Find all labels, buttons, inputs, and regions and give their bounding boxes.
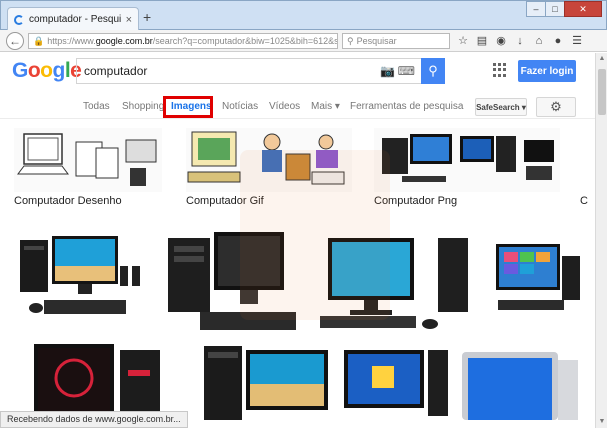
logo-letter: g (52, 59, 66, 82)
login-button[interactable]: Fazer login (518, 60, 576, 82)
tab-title: computador - Pesquisa Go... (29, 14, 121, 25)
bookmark-star-icon[interactable]: ☆ (456, 33, 470, 49)
window-controls: – □ ✕ (526, 1, 602, 17)
computer-image (204, 346, 328, 420)
page-scrollbar[interactable]: ▲ ▼ (595, 53, 607, 428)
computer-image (344, 350, 448, 416)
image-result[interactable] (190, 340, 338, 420)
computer-image (20, 236, 140, 314)
keyboard-icon[interactable]: ⌨ (398, 64, 415, 78)
tab-close-icon[interactable]: × (126, 14, 132, 26)
scroll-up-icon[interactable]: ▲ (596, 53, 607, 65)
menu-icon[interactable]: ☰ (570, 33, 584, 49)
image-result[interactable] (488, 228, 586, 328)
watermark-logo (240, 150, 390, 320)
pocket-icon[interactable]: ◉ (494, 33, 508, 49)
computer-image (34, 344, 160, 420)
google-logo[interactable]: Google (12, 59, 82, 83)
related-thumbnail (14, 128, 162, 192)
search-input[interactable]: computador 📷 ⌨ (76, 58, 421, 84)
google-header: Google computador 📷 ⌨ ⚲ Fazer login (0, 53, 595, 91)
gear-icon: ⚙ (550, 99, 562, 114)
image-result[interactable] (14, 228, 146, 328)
image-result[interactable] (458, 340, 580, 420)
tab-ferramentas[interactable]: Ferramentas de pesquisa (350, 101, 463, 112)
lock-icon: 🔒 (33, 35, 45, 46)
minimize-button[interactable]: – (526, 1, 546, 17)
camera-icon[interactable]: 📷 (380, 64, 395, 78)
computer-image (462, 352, 578, 420)
chat-icon[interactable]: ● (551, 33, 565, 49)
loading-spinner-icon (14, 14, 24, 25)
title-bar: computador - Pesquisa Go... × + – □ ✕ (0, 0, 607, 31)
search-placeholder: Pesquisar (356, 36, 397, 46)
tab-noticias[interactable]: Notícias (222, 101, 258, 112)
tab-videos[interactable]: Vídeos (269, 101, 300, 112)
related-thumbnail (580, 128, 595, 192)
logo-letter: G (12, 59, 28, 82)
url-scheme: https://www. (47, 36, 96, 46)
close-window-button[interactable]: ✕ (564, 1, 602, 17)
tab-mais[interactable]: Mais ▾ (311, 101, 340, 112)
image-result[interactable] (28, 340, 168, 420)
back-button[interactable]: ← (6, 32, 24, 50)
reading-list-icon[interactable]: ▤ (475, 33, 489, 49)
status-bar: Recebendo dados de www.google.com.br... (0, 411, 188, 428)
address-bar[interactable]: 🔒 https://www. google.com.br/search?q=com… (28, 33, 338, 49)
logo-letter: o (27, 59, 41, 82)
home-icon[interactable]: ⌂ (532, 33, 546, 49)
scroll-down-icon[interactable]: ▼ (596, 416, 607, 428)
logo-letter: o (40, 59, 53, 82)
maximize-button[interactable]: □ (545, 1, 565, 17)
scroll-thumb[interactable] (598, 69, 606, 115)
highlight-box (163, 96, 213, 118)
computer-drawing-thumbnail (17, 133, 157, 186)
related-item[interactable]: C (580, 128, 595, 207)
download-icon[interactable]: ↓ (513, 33, 527, 49)
safesearch-button[interactable]: SafeSearch ▾ (475, 98, 527, 116)
toolbar-icons: ☆ ▤ ◉ ↓ ⌂ ● ☰ (456, 33, 584, 49)
related-label: C (580, 195, 588, 207)
apps-grid-icon[interactable] (493, 63, 507, 77)
url-path: /search?q=computador&biw=1025&bih=612&so… (152, 36, 337, 46)
new-tab-button[interactable]: + (143, 10, 151, 24)
browser-search-field[interactable]: ⚲ Pesquisar (342, 33, 450, 49)
settings-button[interactable]: ⚙ (536, 97, 576, 117)
tab-shopping[interactable]: Shopping (122, 101, 164, 112)
search-icon: ⚲ (347, 35, 354, 46)
tab-todas[interactable]: Todas (83, 101, 110, 112)
search-button[interactable]: ⚲ (421, 58, 445, 84)
related-item[interactable]: Computador Desenho (14, 128, 162, 207)
browser-tab[interactable]: computador - Pesquisa Go... × (7, 7, 139, 31)
url-host: google.com.br (95, 36, 153, 46)
computer-image (496, 244, 580, 310)
navigation-toolbar: ← 🔒 https://www. google.com.br/search?q=c… (0, 30, 607, 52)
related-label: Computador Desenho (14, 195, 122, 207)
search-query: computador (84, 64, 148, 78)
related-label: Computador Png (374, 195, 458, 207)
computer-png-thumbnail (382, 134, 554, 182)
related-item[interactable]: Computador Png (374, 128, 560, 207)
magnifier-icon: ⚲ (428, 63, 438, 78)
related-thumbnail (374, 128, 560, 192)
image-result[interactable] (340, 340, 452, 420)
